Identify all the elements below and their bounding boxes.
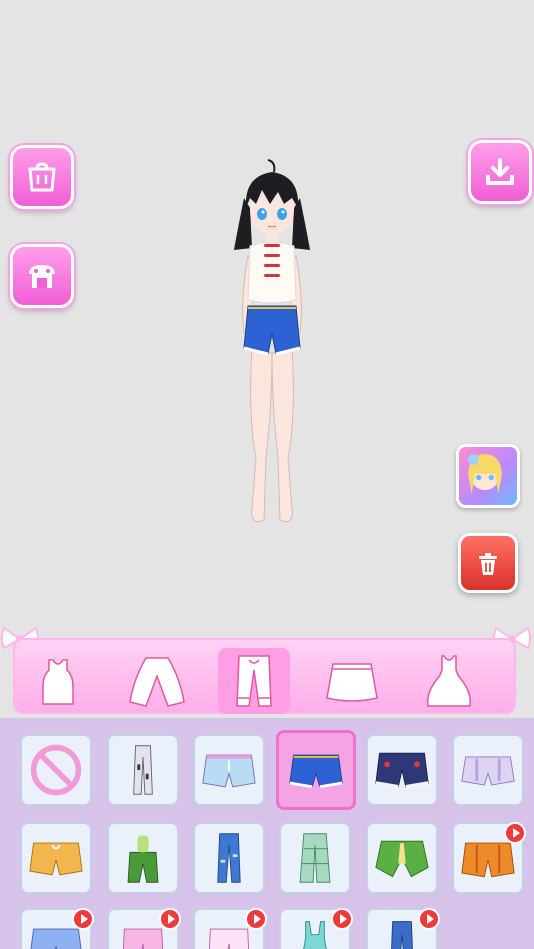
tab-outerwear[interactable] (121, 648, 193, 714)
anime-girl-app-icon (467, 454, 503, 494)
shorts-icon (29, 842, 83, 876)
item-pink-pants[interactable] (107, 908, 181, 949)
item-grey-joggers[interactable] (107, 734, 179, 806)
tab-skirts[interactable] (316, 648, 388, 714)
jeans-icon (217, 833, 241, 883)
item-leaf-skort[interactable] (366, 822, 438, 894)
item-navy-lace-shorts[interactable] (366, 734, 438, 806)
bloomers-icon (461, 756, 515, 786)
video-ad-badge (72, 908, 94, 930)
tab-tops[interactable] (22, 648, 94, 714)
video-ad-badge (159, 908, 181, 930)
pants-icon (127, 835, 159, 883)
tank-top-icon (42, 659, 74, 705)
cardigan-icon (129, 657, 185, 707)
item-denim-shorts[interactable] (276, 730, 356, 810)
joggers-icon (133, 745, 153, 795)
item-blue-jeans[interactable] (366, 908, 440, 949)
video-ad-badge (331, 908, 353, 930)
item-pumpkin-shorts[interactable] (452, 822, 526, 894)
item-striped-shorts[interactable] (193, 734, 265, 806)
dress-icon (426, 655, 472, 707)
skort-icon (375, 840, 429, 878)
promo-app-button[interactable] (456, 444, 520, 508)
item-teal-overalls[interactable] (279, 908, 353, 949)
tab-pants[interactable] (218, 648, 290, 714)
shorts-icon (289, 754, 343, 789)
character-stage (0, 0, 534, 635)
item-lavender-bloomers[interactable] (452, 734, 524, 806)
none-icon (30, 744, 82, 796)
item-cloud-shorts[interactable] (20, 908, 94, 949)
item-orange-shorts[interactable] (20, 822, 92, 894)
delete-button[interactable] (458, 533, 518, 593)
shorts-icon (375, 752, 429, 789)
wide-pants-icon (299, 833, 331, 883)
pants-icon (236, 655, 272, 707)
item-white-pants[interactable] (193, 908, 267, 949)
shop-button[interactable] (10, 145, 74, 209)
wardrobe-button[interactable] (10, 244, 74, 308)
skirt-icon (326, 663, 378, 702)
video-ad-badge (418, 908, 440, 930)
video-ad-badge (504, 822, 526, 844)
trash-icon (479, 553, 497, 575)
wardrobe-icon (29, 265, 55, 288)
item-plaid-wide-pants[interactable] (279, 822, 351, 894)
item-green-bag-pants[interactable] (107, 822, 179, 894)
download-icon (486, 158, 514, 185)
video-ad-badge (245, 908, 267, 930)
item-ripped-jeans[interactable] (193, 822, 265, 894)
tab-dresses[interactable] (413, 648, 485, 714)
character-model (234, 159, 310, 523)
download-button[interactable] (468, 140, 532, 204)
item-none[interactable] (20, 734, 92, 806)
shop-icon (28, 162, 56, 192)
item-grid (0, 718, 534, 949)
category-bar (0, 626, 534, 720)
shorts-icon (202, 754, 256, 788)
